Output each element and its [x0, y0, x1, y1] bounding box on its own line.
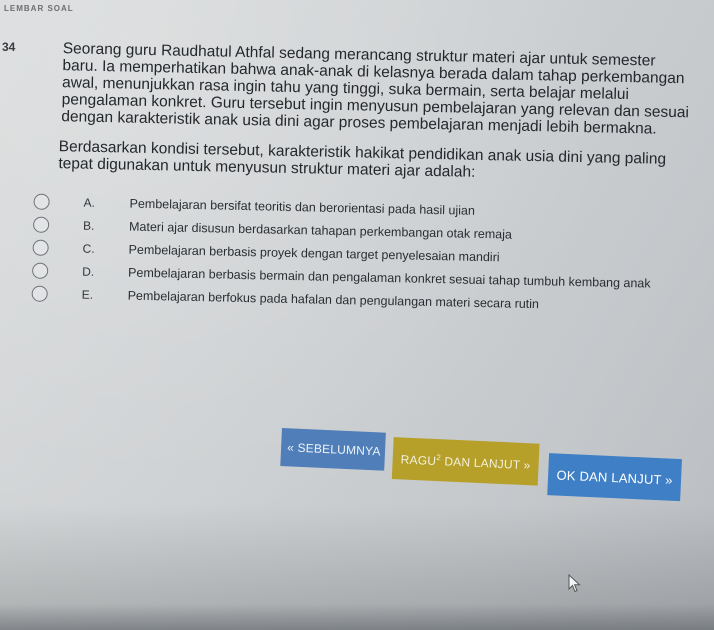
option-text: Materi ajar disusun berdasarkan tahapan …: [128, 219, 513, 242]
question-prompt: Berdasarkan kondisi tersebut, karakteris…: [58, 138, 667, 181]
option-letter: D.: [82, 264, 95, 279]
option-text: Pembelajaran bersifat teoritis dan beror…: [129, 196, 476, 218]
navigation-bar: « SEBELUMNYA RAGU2 DAN LANJUT » OK DAN L…: [278, 428, 701, 527]
previous-button[interactable]: « SEBELUMNYA: [280, 428, 386, 471]
option-letter: B.: [82, 218, 95, 233]
radio-button-c[interactable]: [32, 239, 49, 256]
question-text: Seorang guru Raudhatul Athfal sedang mer…: [61, 40, 690, 138]
ok-next-button[interactable]: OK DAN LANJUT »: [547, 453, 682, 502]
option-letter: C.: [82, 241, 95, 256]
mouse-pointer-icon: [568, 574, 584, 594]
radio-button-d[interactable]: [31, 262, 49, 279]
option-letter: A.: [83, 195, 96, 210]
question-number: 34: [2, 40, 16, 54]
question-panel: Seorang guru Raudhatul Athfal sedang mer…: [31, 40, 714, 321]
doubtful-label: RAGU: [400, 451, 437, 468]
radio-button-a[interactable]: [33, 193, 50, 210]
radio-button-b[interactable]: [32, 216, 50, 233]
option-letter: E.: [81, 287, 94, 302]
radio-button-e[interactable]: [31, 285, 48, 302]
page-heading: Lembar Soal: [4, 4, 74, 13]
option-text: Pembelajaran berbasis proyek dengan targ…: [128, 242, 500, 265]
doubtful-next-button[interactable]: RAGU2 DAN LANJUT »: [391, 437, 540, 486]
screen-bottom-edge: [0, 604, 714, 630]
option-text: Pembelajaran berfokus pada hafalan dan p…: [127, 288, 540, 312]
doubtful-suffix: DAN LANJUT »: [440, 453, 531, 472]
answer-options: A. Pembelajaran bersifat teoritis dan be…: [31, 192, 711, 318]
